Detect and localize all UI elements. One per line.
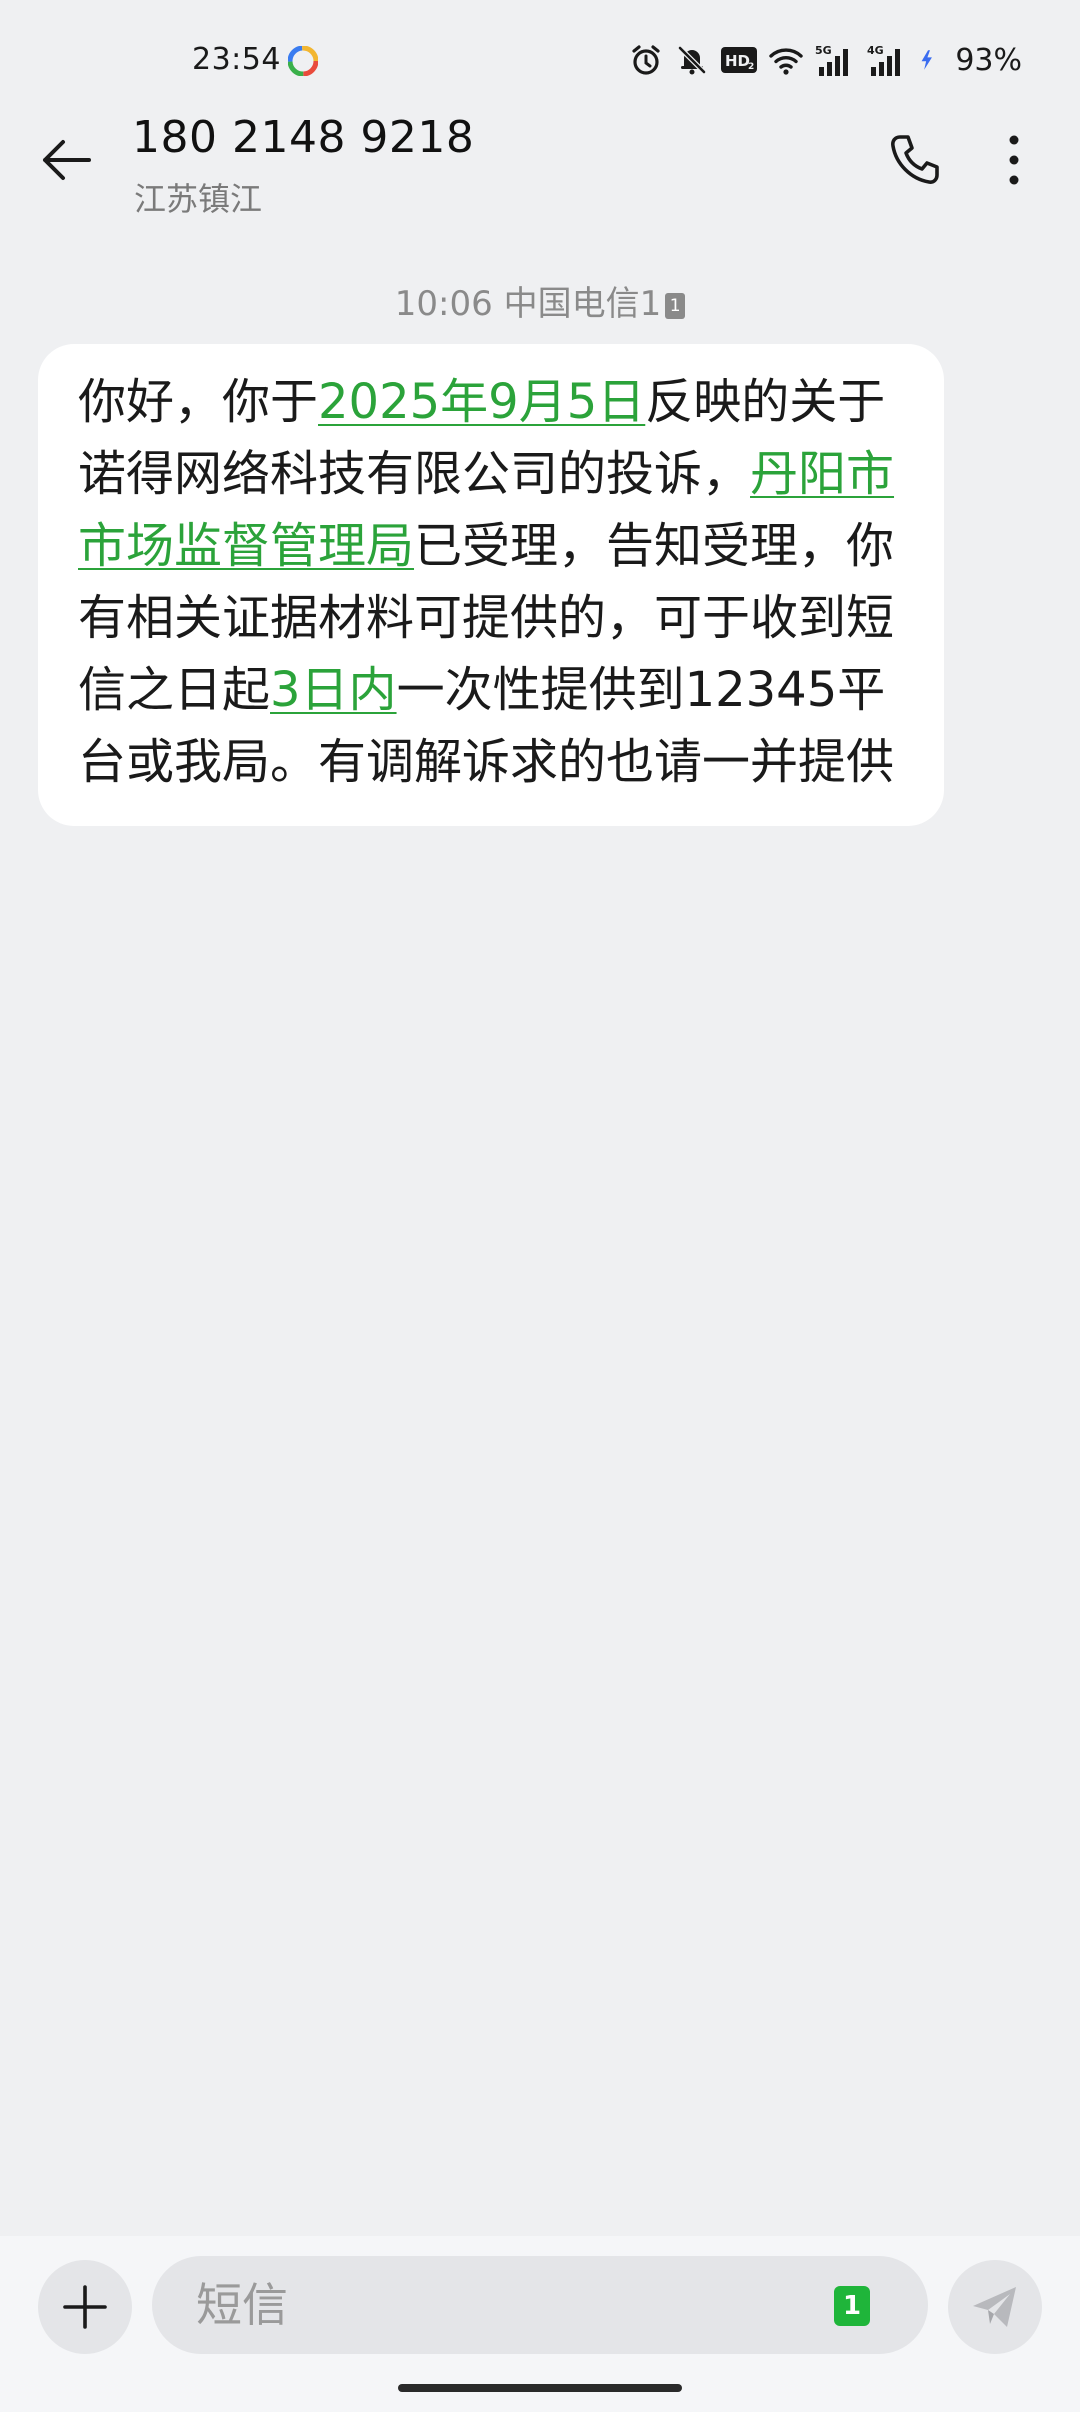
svg-text:2: 2: [748, 62, 754, 72]
back-arrow-icon: [43, 140, 91, 180]
message-time: 10:06: [394, 284, 493, 324]
sim-badge-icon: 1: [665, 293, 686, 319]
more-options-button[interactable]: [978, 124, 1050, 196]
svg-text:HD: HD: [725, 52, 750, 70]
home-indicator[interactable]: [398, 2384, 682, 2392]
plus-icon: [63, 2285, 107, 2329]
message-input-field[interactable]: 1: [152, 2256, 928, 2354]
call-button[interactable]: [878, 124, 950, 196]
message-timestamp: 10:06 中国电信1 1: [0, 276, 1080, 325]
sim-switch-button[interactable]: 1: [834, 2286, 870, 2326]
mute-icon: [678, 46, 707, 75]
conversation-header: 180 2148 9218 江苏镇江: [0, 112, 1080, 274]
message-text: 你好，你于: [78, 374, 319, 430]
contact-location: 江苏镇江: [134, 180, 263, 218]
signal-5g-icon: 5G: [815, 44, 849, 76]
status-time: 23:54: [192, 42, 281, 77]
send-button[interactable]: [948, 2260, 1042, 2354]
battery-level: 93%: [955, 42, 1022, 78]
message-bubble[interactable]: 你好，你于2025年9月5日反映的关于诺得网络科技有限公司的投诉，丹阳市市场监督…: [38, 344, 944, 826]
status-bar: 23:54 HD 2 5G 4G 93%: [0, 0, 1080, 124]
charging-icon: [921, 50, 933, 70]
message-input[interactable]: [194, 2277, 798, 2333]
app-icon: [288, 46, 318, 76]
wifi-icon: [769, 48, 804, 75]
contact-number[interactable]: 180 2148 9218: [132, 112, 474, 163]
phone-icon: [891, 135, 939, 184]
send-icon: [973, 2287, 1016, 2327]
svg-text:5G: 5G: [815, 44, 832, 57]
alarm-icon: [632, 45, 660, 75]
attach-button[interactable]: [38, 2260, 132, 2354]
more-vertical-icon: [1009, 135, 1019, 185]
message-link-deadline[interactable]: 3日内: [270, 662, 397, 718]
hd-icon: HD 2: [721, 47, 758, 73]
back-button[interactable]: [30, 124, 102, 196]
status-icons: HD 2 5G 4G 93%: [629, 40, 1022, 80]
message-link-date[interactable]: 2025年9月5日: [318, 374, 645, 430]
svg-text:4G: 4G: [867, 44, 884, 57]
signal-4g-icon: 4G: [867, 44, 901, 76]
message-carrier: 中国电信1: [503, 284, 662, 324]
